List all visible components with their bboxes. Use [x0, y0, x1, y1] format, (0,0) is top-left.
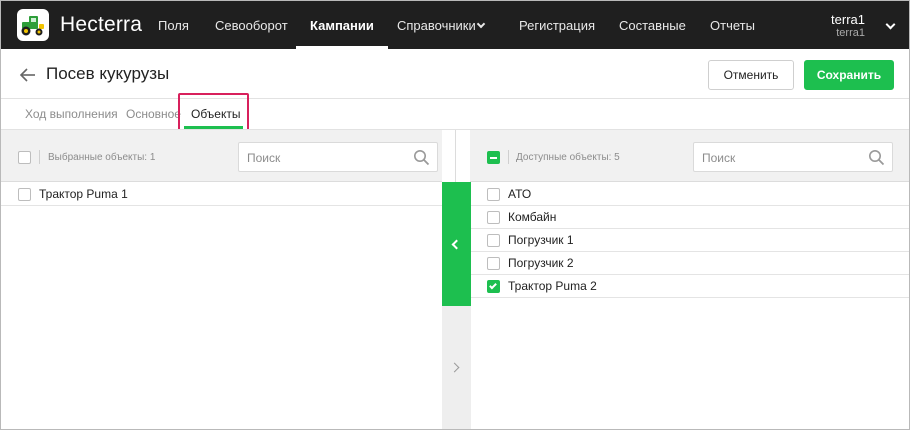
user-menu[interactable]: terra1 terra1	[831, 13, 865, 40]
nav-item-crop-rotation[interactable]: Севооборот	[215, 1, 288, 49]
item-label: АТО	[508, 187, 532, 201]
nav-item-reports[interactable]: Отчеты	[710, 1, 755, 49]
available-objects-header: Доступные объекты: 5	[470, 130, 909, 182]
item-checkbox[interactable]	[487, 188, 500, 201]
nav-item-campaigns[interactable]: Кампании	[296, 1, 388, 49]
selected-search-box	[238, 142, 438, 172]
list-item[interactable]: Погрузчик 2	[471, 252, 909, 275]
list-item[interactable]: Комбайн	[471, 206, 909, 229]
page-title: Посев кукурузы	[46, 64, 170, 83]
selected-objects-count: Выбранные объекты: 1	[48, 152, 156, 163]
search-icon[interactable]	[868, 149, 885, 166]
item-checkbox[interactable]	[487, 257, 500, 270]
item-checkbox[interactable]	[487, 234, 500, 247]
tractor-logo-icon[interactable]	[17, 9, 49, 41]
list-item[interactable]: Трактор Puma 2	[471, 275, 909, 298]
available-objects-count: Доступные объекты: 5	[516, 152, 620, 163]
header-separator	[508, 150, 509, 164]
select-all-available-checkbox[interactable]	[487, 151, 500, 164]
nav-item-composites[interactable]: Составные	[619, 1, 686, 49]
item-checkbox[interactable]	[487, 211, 500, 224]
item-checkbox-checked[interactable]	[487, 280, 500, 293]
available-search-box	[693, 142, 893, 172]
item-label: Трактор Puma 1	[39, 187, 128, 201]
item-label: Комбайн	[508, 210, 557, 224]
list-item[interactable]: АТО	[471, 183, 909, 206]
list-item[interactable]: Погрузчик 1	[471, 229, 909, 252]
header-separator	[39, 150, 40, 164]
top-navigation-bar: Hecterra Поля Севооборот Кампании Справо…	[1, 1, 909, 49]
item-label: Трактор Puma 2	[508, 279, 597, 293]
app-brand: Hecterra	[60, 13, 143, 36]
user-account: terra1	[836, 27, 865, 39]
available-search-input[interactable]	[702, 149, 862, 166]
header-divider	[1, 98, 909, 99]
selected-objects-header: Выбранные объекты: 1	[1, 130, 442, 182]
item-label: Погрузчик 1	[508, 233, 574, 247]
search-icon[interactable]	[413, 149, 430, 166]
list-item[interactable]: Трактор Puma 1	[1, 183, 442, 206]
tab-general[interactable]: Основное	[126, 107, 181, 121]
item-label: Погрузчик 2	[508, 256, 574, 270]
selected-search-input[interactable]	[247, 149, 407, 166]
panel-divider	[455, 130, 456, 182]
select-all-selected-checkbox[interactable]	[18, 151, 31, 164]
nav-item-fields[interactable]: Поля	[158, 1, 189, 49]
chevron-down-icon[interactable]	[476, 19, 486, 29]
save-button[interactable]: Сохранить	[804, 60, 894, 90]
nav-item-registration[interactable]: Регистрация	[519, 1, 595, 49]
user-chevron-down-icon[interactable]	[885, 19, 896, 30]
cancel-button[interactable]: Отменить	[708, 60, 794, 90]
item-checkbox[interactable]	[18, 188, 31, 201]
back-arrow-icon[interactable]	[18, 65, 38, 85]
user-name: terra1	[831, 12, 865, 27]
app-window: Hecterra Поля Севооборот Кампании Справо…	[0, 0, 910, 430]
tab-progress[interactable]: Ход выполнения	[25, 107, 118, 121]
nav-item-directories[interactable]: Справочники	[397, 1, 476, 49]
